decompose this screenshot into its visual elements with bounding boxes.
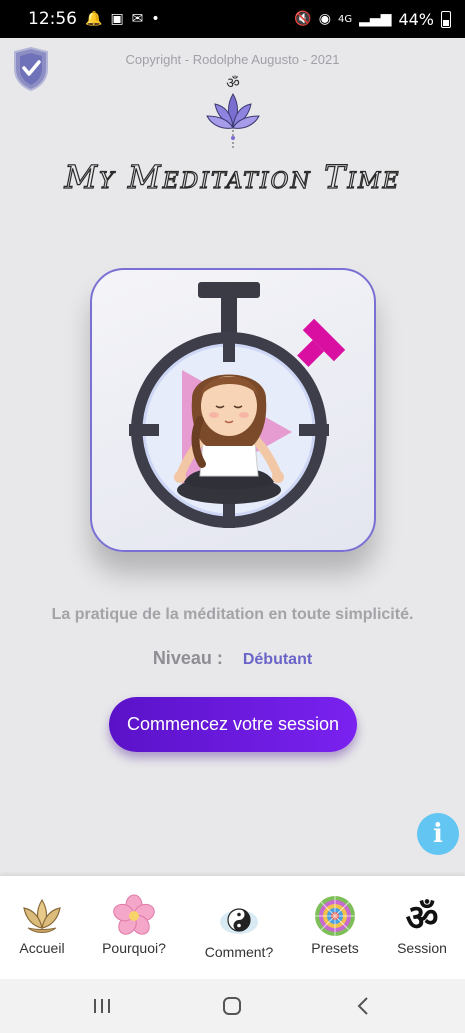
recent-apps-icon[interactable] bbox=[87, 993, 117, 1019]
hotspot-icon: ◉ bbox=[318, 11, 331, 27]
bell-icon: 🔔 bbox=[85, 11, 103, 27]
yin-yang-icon bbox=[217, 898, 261, 942]
level-row: Niveau : Débutant bbox=[0, 648, 465, 669]
image-icon: ▣ bbox=[110, 11, 124, 27]
app-title: My Meditation Time bbox=[64, 157, 401, 196]
signal-icon: ▂▄▆ bbox=[359, 11, 392, 27]
status-time: 12:56 bbox=[28, 9, 77, 29]
om-lotus-icon: ॐ bbox=[206, 74, 260, 148]
mute-icon: 🔇 bbox=[294, 11, 312, 27]
tagline: La pratique de la méditation en toute si… bbox=[51, 606, 414, 623]
nav-label-presets: Presets bbox=[311, 940, 359, 956]
meditation-timer-illustration bbox=[129, 282, 346, 528]
flower-icon bbox=[112, 894, 156, 938]
back-icon[interactable] bbox=[348, 993, 378, 1019]
nav-label-comment: Comment? bbox=[204, 944, 274, 960]
battery-percent: 44% bbox=[398, 9, 434, 29]
home-icon[interactable] bbox=[217, 993, 247, 1019]
bottom-nav: Accueil Pourquoi? Comment? Presets ॐ Ses… bbox=[0, 876, 465, 979]
om-icon: ॐ bbox=[400, 894, 444, 938]
svg-text:ॐ: ॐ bbox=[406, 898, 439, 938]
nav-item-comment[interactable]: Comment? bbox=[198, 876, 280, 979]
system-nav-bar bbox=[0, 979, 465, 1033]
info-icon[interactable]: i bbox=[417, 813, 459, 855]
status-right: 🔇 ◉ 4G ▂▄▆ 44% bbox=[294, 10, 451, 29]
nav-item-session[interactable]: ॐ Session bbox=[390, 876, 454, 979]
nav-item-pourquoi[interactable]: Pourquoi? bbox=[96, 876, 172, 979]
battery-icon bbox=[441, 10, 451, 28]
mail-icon: ✉ bbox=[131, 11, 144, 27]
nav-label-pourquoi: Pourquoi? bbox=[102, 940, 166, 956]
start-session-button[interactable]: Commencez votre session bbox=[109, 697, 357, 752]
level-value[interactable]: Débutant bbox=[243, 651, 312, 669]
dot-icon: • bbox=[151, 11, 160, 27]
copyright-text: Copyright - Rodolphe Augusto - 2021 bbox=[125, 52, 340, 67]
network-label: 4G bbox=[338, 13, 353, 25]
level-label: Niveau : bbox=[152, 648, 223, 668]
nav-item-accueil[interactable]: Accueil bbox=[10, 876, 74, 979]
lotus-icon bbox=[20, 894, 64, 938]
hero-card bbox=[90, 268, 376, 552]
mandala-icon bbox=[313, 894, 357, 938]
nav-label-accueil: Accueil bbox=[19, 940, 65, 956]
notification-icons: 🔔 ▣ ✉ • bbox=[85, 11, 160, 27]
svg-text:ॐ: ॐ bbox=[226, 74, 240, 92]
status-bar: 12:56 🔔 ▣ ✉ • 🔇 ◉ 4G ▂▄▆ 44% bbox=[0, 0, 465, 38]
nav-label-session: Session bbox=[397, 940, 447, 956]
nav-item-presets[interactable]: Presets bbox=[304, 876, 366, 979]
